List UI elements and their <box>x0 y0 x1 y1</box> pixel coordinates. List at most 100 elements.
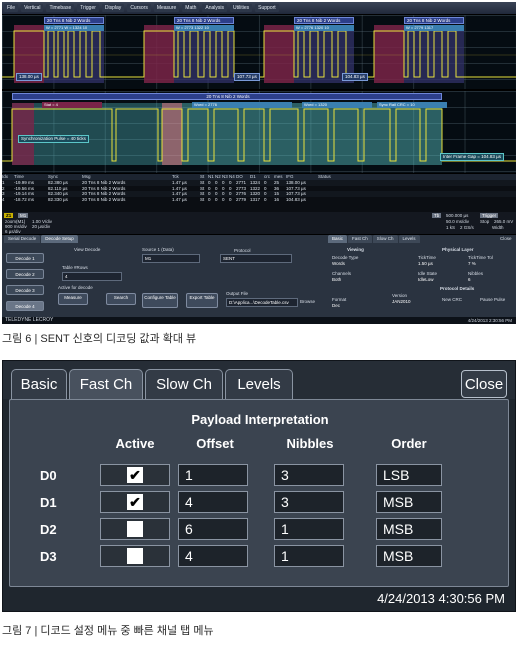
protocol-field[interactable]: SENT <box>220 254 292 263</box>
menu-measure[interactable]: Measure <box>153 4 180 12</box>
offset-field-d3[interactable]: 4 <box>178 545 248 567</box>
source-field[interactable]: M1 <box>142 254 200 263</box>
configure-table-button[interactable]: Configure Table <box>142 293 178 308</box>
active-checkbox-d3[interactable] <box>100 545 170 567</box>
tab-slow-ch[interactable]: Slow Ch <box>145 369 223 399</box>
tab-levels-small[interactable]: Levels <box>398 235 420 243</box>
offset-field-d1[interactable]: 4 <box>178 491 248 513</box>
checkbox-box <box>127 521 143 537</box>
close-button[interactable]: Close <box>461 370 507 398</box>
menu-trigger[interactable]: Trigger <box>77 4 99 12</box>
menu-timebase[interactable]: Timebase <box>46 4 75 12</box>
tab-basic[interactable]: Basic <box>11 369 67 399</box>
order-select-d3[interactable]: MSB <box>376 545 442 567</box>
format-value[interactable]: Dec <box>332 303 340 308</box>
tab-slow-ch-small[interactable]: Slow Ch <box>372 235 398 243</box>
z1-tag[interactable]: Z1 <box>4 213 14 218</box>
channels-value[interactable]: Both <box>332 277 341 282</box>
physical-layer-label: Physical Layer <box>442 247 474 252</box>
status-nibble-label: Stat = 4 <box>42 102 102 108</box>
trigger-level: 265.0 mV <box>494 219 514 224</box>
menu-utilities[interactable]: Utilities <box>230 4 253 12</box>
table-cell: 0 <box>215 196 218 202</box>
offset-field-d0[interactable]: 1 <box>178 464 248 486</box>
decode-1-button[interactable]: Decode 1 <box>6 253 44 263</box>
check-icon: ✔ <box>127 467 143 483</box>
tab-basic-small[interactable]: Basic <box>328 235 348 243</box>
payload-interpretation-panel: Payload Interpretation Active Offset Nib… <box>9 399 509 587</box>
table-cell: -18.72 ms <box>14 196 35 202</box>
frame-words: W = 2776 1320 10 <box>294 25 354 31</box>
menu-analysis[interactable]: Analysis <box>202 4 228 12</box>
table-rows-field[interactable]: 4 <box>62 272 122 281</box>
browse-button[interactable]: Browse <box>300 299 315 304</box>
nibbles-field-d2[interactable]: 1 <box>274 518 344 540</box>
table-row[interactable]: 4 -18.72 ms 82.330 µs 20 Tns 8 Nib 2 Words 1… <box>2 197 516 203</box>
table-cell: 16 <box>274 196 280 202</box>
pause-pulse-checkbox[interactable]: Pause Pulse <box>480 297 505 302</box>
tab-fast-ch-small[interactable]: Fast Ch <box>348 235 372 243</box>
menu-display[interactable]: Display <box>101 4 125 12</box>
timebase-tag[interactable]: Tb <box>432 213 442 218</box>
tab-fast-ch[interactable]: Fast Ch <box>69 369 143 399</box>
decode-4-button[interactable]: Decode 4 <box>6 301 44 311</box>
waveform-grid-m1[interactable]: 20 Tns 8 Nib 2 Words W = 2771 W = 1324 1… <box>2 15 516 89</box>
nibbles-small-label: Nibbles <box>468 271 484 276</box>
ticktime-tol-value[interactable]: 7 % <box>468 261 476 266</box>
menu-math[interactable]: Math <box>182 4 200 12</box>
decode-left-tabs: Serial Decode Decode Setup <box>4 235 78 243</box>
idle-state-label: Idle State <box>418 271 438 276</box>
tab-serial-decode[interactable]: Serial Decode <box>4 235 41 243</box>
active-checkbox-d0[interactable]: ✔ <box>100 464 170 486</box>
serial-decode-dialog: Serial Decode Decode Setup Basic Fast Ch… <box>2 235 516 317</box>
checkbox-box <box>127 548 143 564</box>
ticktime-value[interactable]: 1.50 µs <box>418 261 433 266</box>
decode-2-button[interactable]: Decode 2 <box>6 269 44 279</box>
menu-file[interactable]: File <box>4 4 19 12</box>
idle-state-value[interactable]: IdleLow <box>418 277 434 282</box>
version-value[interactable]: JAN2010 <box>392 299 411 304</box>
decode-type-value[interactable]: Words <box>332 261 345 266</box>
measure-button[interactable]: Measure <box>58 293 88 305</box>
oscilloscope-screenshot: File Vertical Timebase Trigger Display C… <box>2 2 516 324</box>
figure-7-caption: 그림 7 | 디코드 설정 메뉴 중 빠른 채널 탭 메뉴 <box>2 625 214 637</box>
nibbles-small-value[interactable]: 6 <box>468 277 471 282</box>
row-label-d0: D0 <box>40 468 57 483</box>
frame-gap-label: 138.00 µs <box>16 73 42 81</box>
nibbles-field-d1[interactable]: 3 <box>274 491 344 513</box>
row-label-d3: D3 <box>40 549 57 564</box>
search-button[interactable]: Search <box>106 293 136 305</box>
decode-table[interactable]: Idx Time Sync Msg Tck St N1 N2 N3 N4 DO … <box>2 174 516 212</box>
tab-levels[interactable]: Levels <box>225 369 293 399</box>
tab-decode-setup[interactable]: Decode Setup <box>41 235 78 243</box>
m1-tag[interactable]: M1 <box>18 213 29 218</box>
viewing-group-label: Viewing <box>347 247 364 252</box>
trigger-tag[interactable]: Trigger <box>480 213 499 218</box>
active-checkbox-d1[interactable]: ✔ <box>100 491 170 513</box>
offset-field-d2[interactable]: 6 <box>178 518 248 540</box>
menu-vertical[interactable]: Vertical <box>21 4 44 12</box>
nibbles-field-d3[interactable]: 1 <box>274 545 344 567</box>
export-table-button[interactable]: Export Table <box>186 293 218 308</box>
order-column-header: Order <box>391 436 427 451</box>
waveform-grid-zoom[interactable]: 20 Tns 8 Nib 2 Words Stat = 4 Word = 277… <box>2 91 516 173</box>
inter-frame-gap-label: Inter Frame Gap = 104.83 µs <box>440 153 504 161</box>
timebase-value: 500.000 µs <box>446 213 469 218</box>
nibbles-field-d0[interactable]: 3 <box>274 464 344 486</box>
close-small-button[interactable]: Close <box>500 236 512 241</box>
word-label-1: Word = 2776 <box>192 102 292 108</box>
active-checkbox-d2[interactable] <box>100 518 170 540</box>
order-select-d0[interactable]: LSB <box>376 464 442 486</box>
new-crc-checkbox[interactable]: New CRC <box>442 297 462 302</box>
offset-column-header: Offset <box>196 436 234 451</box>
menu-support[interactable]: Support <box>255 4 279 12</box>
order-select-d1[interactable]: MSB <box>376 491 442 513</box>
frame-header: 20 Tns 8 Nib 2 Words <box>404 17 464 24</box>
output-file-label: Output File <box>226 291 249 296</box>
menu-cursors[interactable]: Cursors <box>127 4 151 12</box>
frame-words: W = 2771 W = 1324 10 <box>44 25 104 31</box>
decode-3-button[interactable]: Decode 3 <box>6 285 44 295</box>
frame-header: 20 Tns 8 Nib 2 Words <box>294 17 354 24</box>
output-file-field[interactable]: D:\Applica...\DecodeTable.csv <box>226 298 298 307</box>
order-select-d2[interactable]: MSB <box>376 518 442 540</box>
